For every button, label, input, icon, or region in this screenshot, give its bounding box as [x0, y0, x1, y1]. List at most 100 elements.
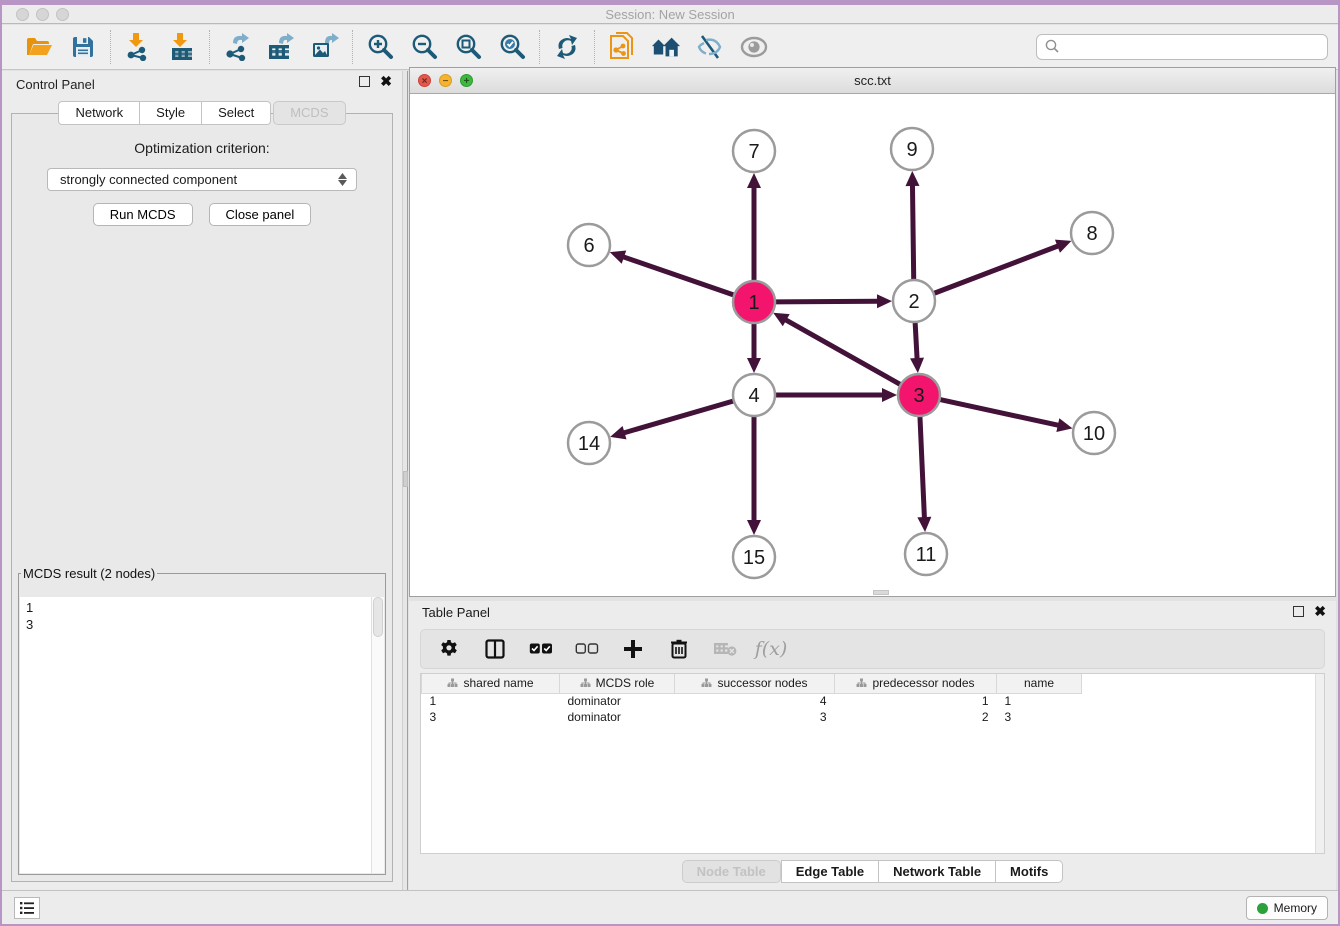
control-tab-mcds[interactable]: MCDS: [273, 101, 345, 125]
mcds-result-list[interactable]: 13: [20, 597, 384, 873]
memory-button[interactable]: Memory: [1246, 896, 1328, 920]
import-table-icon[interactable]: [167, 32, 197, 62]
delete-table-icon: [713, 637, 737, 661]
graph-edge-arrowhead: [917, 517, 931, 532]
column-header-name[interactable]: name: [997, 674, 1082, 693]
search-icon: [1044, 38, 1060, 57]
zoom-out-icon[interactable]: [409, 32, 439, 62]
table-cell[interactable]: 3: [422, 709, 560, 725]
mcds-result-title: MCDS result (2 nodes): [21, 566, 157, 581]
column-header-MCDS-role[interactable]: MCDS role: [560, 674, 675, 693]
optimization-criterion-value: strongly connected component: [60, 172, 237, 187]
close-panel-icon[interactable]: ✖: [380, 76, 392, 87]
table-tab-network-table[interactable]: Network Table: [879, 860, 996, 883]
show-all-icon[interactable]: [739, 32, 769, 62]
network-view-titlebar: × − + scc.txt: [410, 68, 1335, 94]
export-image-icon[interactable]: [310, 32, 340, 62]
control-tab-style[interactable]: Style: [140, 101, 202, 125]
search-input[interactable]: [1060, 37, 1327, 57]
network-resize-handle[interactable]: [873, 590, 889, 595]
graph-edge-3-11[interactable]: [920, 416, 925, 519]
column-tree-icon: [856, 678, 867, 688]
graph-edge-1-6[interactable]: [622, 256, 734, 295]
close-panel-button[interactable]: Close panel: [209, 203, 312, 226]
table-cell[interactable]: 3: [997, 709, 1082, 725]
control-tab-select[interactable]: Select: [202, 101, 271, 125]
node-table-grid[interactable]: shared nameMCDS rolesuccessor nodesprede…: [421, 674, 1082, 725]
graph-node-label: 15: [743, 547, 765, 569]
control-tab-network[interactable]: Network: [58, 101, 140, 125]
table-settings-gear-icon[interactable]: [437, 637, 461, 661]
select-all-icon[interactable]: [529, 637, 553, 661]
mcds-result-scrollbar[interactable]: [371, 597, 384, 873]
table-toolbar: f(x): [420, 629, 1325, 669]
graph-edge-2-3[interactable]: [915, 322, 917, 360]
table-cell[interactable]: 3: [675, 709, 835, 725]
delete-columns-icon[interactable]: [667, 637, 691, 661]
table-cell[interactable]: dominator: [560, 693, 675, 709]
column-tree-icon: [447, 678, 458, 688]
zoom-fit-icon[interactable]: [453, 32, 483, 62]
network-view-window: × − + scc.txt 7968124314101511: [409, 67, 1336, 597]
memory-status-icon: [1257, 903, 1268, 914]
table-row[interactable]: 1dominator411: [422, 693, 1082, 709]
split-columns-icon[interactable]: [483, 637, 507, 661]
table-tab-motifs[interactable]: Motifs: [996, 860, 1063, 883]
run-mcds-button[interactable]: Run MCDS: [93, 203, 193, 226]
export-network-icon[interactable]: [222, 32, 252, 62]
import-network-icon[interactable]: [123, 32, 153, 62]
graph-edge-arrowhead: [610, 250, 626, 263]
graph-edge-4-14[interactable]: [623, 401, 734, 433]
export-table-icon[interactable]: [266, 32, 296, 62]
column-header-successor-nodes[interactable]: successor nodes: [675, 674, 835, 693]
graph-node-label: 7: [748, 141, 759, 163]
function-builder-icon: f(x): [759, 637, 783, 661]
table-cell[interactable]: 2: [835, 709, 997, 725]
clone-network-icon[interactable]: [607, 32, 637, 62]
save-session-icon[interactable]: [68, 32, 98, 62]
graph-edge-arrowhead: [1056, 418, 1072, 432]
first-neighbors-icon[interactable]: [651, 32, 681, 62]
graph-node-label: 2: [908, 291, 919, 313]
table-row[interactable]: 3dominator323: [422, 709, 1082, 725]
table-panel-title: Table Panel: [422, 605, 490, 620]
main-toolbar: [2, 25, 1338, 70]
table-cell[interactable]: 1: [422, 693, 560, 709]
table-tab-edge-table[interactable]: Edge Table: [781, 860, 879, 883]
graph-edge-2-8[interactable]: [934, 245, 1060, 293]
table-panel: Table Panel ✖ f(x) shared nameMCDS roles…: [409, 601, 1336, 890]
optimization-criterion-select[interactable]: strongly connected component: [47, 168, 357, 191]
table-tab-node-table[interactable]: Node Table: [682, 860, 781, 883]
table-cell[interactable]: 4: [675, 693, 835, 709]
column-header-predecessor-nodes[interactable]: predecessor nodes: [835, 674, 997, 693]
close-table-panel-icon[interactable]: ✖: [1314, 606, 1326, 617]
table-scrollbar[interactable]: [1315, 674, 1324, 853]
column-header-shared-name[interactable]: shared name: [422, 674, 560, 693]
table-cell[interactable]: 1: [835, 693, 997, 709]
search-field[interactable]: [1036, 34, 1328, 60]
zoom-in-icon[interactable]: [365, 32, 395, 62]
splitter-handle[interactable]: [403, 471, 408, 487]
table-tabs: Node TableEdge TableNetwork TableMotifs: [420, 856, 1325, 886]
graph-edge-3-1[interactable]: [784, 319, 900, 385]
zoom-selected-icon[interactable]: [497, 32, 527, 62]
hide-selected-icon[interactable]: [695, 32, 725, 62]
graph-edge-1-2[interactable]: [775, 301, 879, 302]
graph-edge-2-9[interactable]: [912, 184, 913, 280]
task-history-button[interactable]: [14, 897, 40, 919]
add-column-icon[interactable]: [621, 637, 645, 661]
open-session-icon[interactable]: [24, 32, 54, 62]
graph-edge-arrowhead: [610, 426, 626, 439]
float-table-panel-icon[interactable]: [1293, 606, 1304, 617]
network-canvas[interactable]: 7968124314101511: [410, 95, 1335, 596]
float-panel-icon[interactable]: [359, 76, 370, 87]
column-tree-icon: [580, 678, 591, 688]
control-panel: Control Panel ✖ NetworkStyleSelectMCDS O…: [2, 71, 402, 890]
table-cell[interactable]: 1: [997, 693, 1082, 709]
table-cell[interactable]: dominator: [560, 709, 675, 725]
refresh-layout-icon[interactable]: [552, 32, 582, 62]
vertical-splitter[interactable]: [402, 71, 408, 890]
deselect-all-icon[interactable]: [575, 637, 599, 661]
node-table[interactable]: shared nameMCDS rolesuccessor nodesprede…: [420, 673, 1325, 854]
graph-edge-3-10[interactable]: [940, 399, 1060, 425]
